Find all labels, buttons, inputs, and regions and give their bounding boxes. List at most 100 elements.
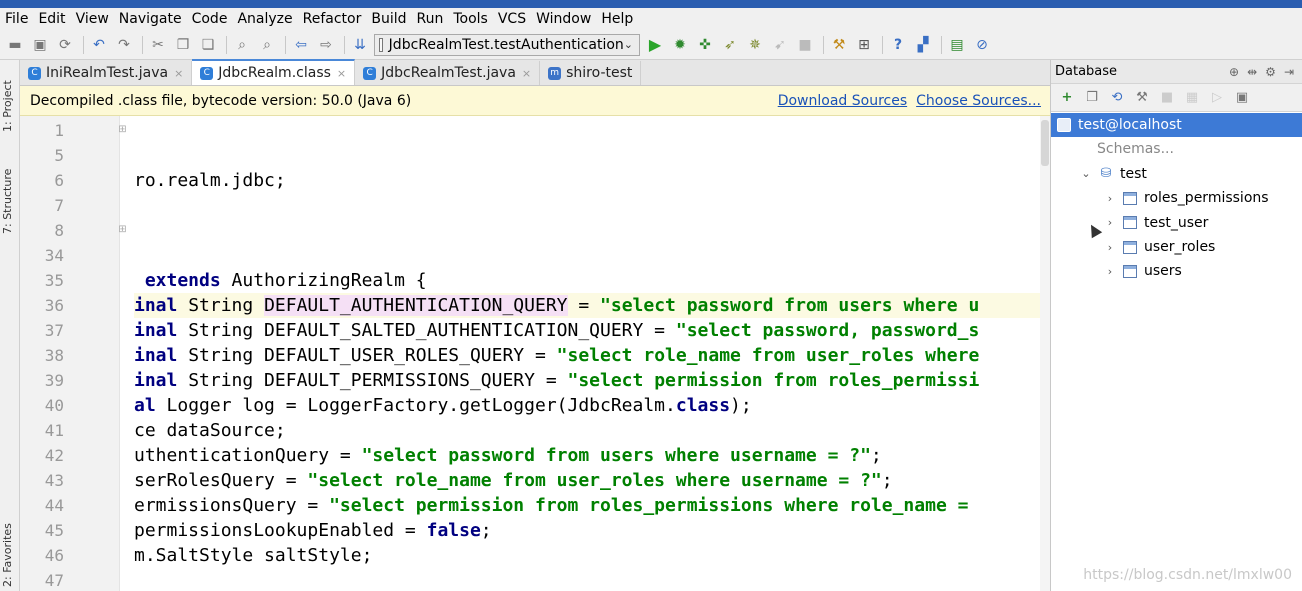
- tree-node-table[interactable]: › roles_permissions: [1051, 186, 1302, 210]
- fold-icon[interactable]: ⊞: [117, 225, 128, 236]
- menu-view[interactable]: View: [71, 8, 114, 30]
- chevron-down-icon[interactable]: ⌄: [1079, 167, 1093, 180]
- build-icon[interactable]: ⇊: [349, 34, 371, 56]
- menu-help[interactable]: Help: [596, 8, 638, 30]
- menu-navigate[interactable]: Navigate: [114, 8, 187, 30]
- copy-icon[interactable]: ❐: [1082, 88, 1102, 108]
- open-icon[interactable]: ▬: [4, 34, 26, 56]
- hide-icon[interactable]: ⇥: [1284, 65, 1294, 79]
- add-icon[interactable]: +: [1057, 88, 1077, 108]
- chevron-right-icon[interactable]: ›: [1103, 241, 1117, 254]
- editor-tab[interactable]: C JdbcRealm.class ×: [192, 59, 356, 85]
- menu-edit[interactable]: Edit: [33, 8, 70, 30]
- code-line[interactable]: 41 ce dataSource;: [45, 418, 1050, 443]
- forward-icon[interactable]: ⇨: [315, 34, 337, 56]
- project-structure-icon[interactable]: ⚒: [828, 34, 850, 56]
- editor-tab[interactable]: C IniRealmTest.java ×: [20, 61, 193, 85]
- code-area[interactable]: 1 ⊞ 5 6 ro.realm.jdbc; 7 8 ⊞ 34 35 extends Author…: [45, 116, 1050, 591]
- menu-vcs[interactable]: VCS: [493, 8, 531, 30]
- attach-icon[interactable]: ✵: [744, 34, 766, 56]
- redo-icon[interactable]: ↷: [113, 34, 135, 56]
- console-icon[interactable]: ▷: [1207, 88, 1227, 108]
- vcs-icon[interactable]: ▞: [912, 34, 934, 56]
- download-sources-link[interactable]: Download Sources: [778, 93, 907, 109]
- coverage-icon[interactable]: ✜: [694, 34, 716, 56]
- pause-icon[interactable]: ■: [794, 34, 816, 56]
- code-line[interactable]: 45 permissionsLookupEnabled = false;: [45, 518, 1050, 543]
- close-icon[interactable]: ×: [174, 67, 183, 80]
- cut-icon[interactable]: ✂: [147, 34, 169, 56]
- code-line[interactable]: 44 ermissionsQuery = "select permission f…: [45, 493, 1050, 518]
- code-line[interactable]: 38 inal String DEFAULT_USER_ROLES_QUERY =…: [45, 343, 1050, 368]
- chevron-right-icon[interactable]: ›: [1103, 265, 1117, 278]
- fold-icon[interactable]: ⊞: [117, 125, 128, 136]
- split-icon[interactable]: ⇹: [1247, 65, 1257, 79]
- menu-analyze[interactable]: Analyze: [232, 8, 297, 30]
- menu-tools[interactable]: Tools: [448, 8, 493, 30]
- code-line[interactable]: 1 ⊞: [54, 118, 1050, 143]
- code-line[interactable]: 47: [45, 568, 1050, 591]
- save-icon[interactable]: ▣: [29, 34, 51, 56]
- editor-tab[interactable]: m shiro-test: [540, 61, 642, 85]
- tree-node-table[interactable]: › user_roles: [1051, 235, 1302, 259]
- code-line[interactable]: 34: [45, 243, 1050, 268]
- code-line[interactable]: 40 al Logger log = LoggerFactory.getLogge…: [45, 393, 1050, 418]
- debug-icon[interactable]: ✹: [669, 34, 691, 56]
- code-line[interactable]: 6 ro.realm.jdbc;: [54, 168, 1050, 193]
- profile-icon[interactable]: ➶: [719, 34, 741, 56]
- back-icon[interactable]: ⇦: [290, 34, 312, 56]
- code-line[interactable]: 5: [54, 143, 1050, 168]
- help-icon[interactable]: ?: [887, 34, 909, 56]
- refresh-icon[interactable]: ⟲: [1107, 88, 1127, 108]
- code-line[interactable]: 8 ⊞: [54, 218, 1050, 243]
- no-icon[interactable]: ⊘: [971, 34, 993, 56]
- database-icon[interactable]: ▤: [946, 34, 968, 56]
- editor-scrollbar[interactable]: [1040, 116, 1050, 591]
- sdk-icon[interactable]: ⊞: [853, 34, 875, 56]
- menu-build[interactable]: Build: [366, 8, 411, 30]
- code-line[interactable]: 46 m.SaltStyle saltStyle;: [45, 543, 1050, 568]
- undo-icon[interactable]: ↶: [88, 34, 110, 56]
- stop-icon[interactable]: ➹: [769, 34, 791, 56]
- tree-node-datasource[interactable]: test@localhost: [1051, 113, 1302, 137]
- paste-icon[interactable]: ❏: [197, 34, 219, 56]
- menu-refactor[interactable]: Refactor: [298, 8, 367, 30]
- code-line[interactable]: 42 uthenticationQuery = "select password …: [45, 443, 1050, 468]
- sync-icon[interactable]: ⟳: [54, 34, 76, 56]
- run-configuration-select[interactable]: JdbcRealmTest.testAuthentication ⌄: [374, 33, 640, 56]
- code-line[interactable]: 35 extends AuthorizingRealm {: [45, 268, 1050, 293]
- favorites-tool-tab[interactable]: 2: Favorites: [1, 522, 19, 588]
- menu-run[interactable]: Run: [412, 8, 449, 30]
- wrench-icon[interactable]: ⚒: [1132, 88, 1152, 108]
- code-line[interactable]: 36 inal String DEFAULT_AUTHENTICATION_QUE…: [45, 293, 1050, 318]
- code-line[interactable]: 37 inal String DEFAULT_SALTED_AUTHENTICAT…: [45, 318, 1050, 343]
- copy-icon[interactable]: ❐: [172, 34, 194, 56]
- editor-tab[interactable]: C JdbcRealmTest.java ×: [355, 61, 541, 85]
- close-icon[interactable]: ×: [522, 67, 531, 80]
- project-tool-tab[interactable]: 1: Project: [1, 66, 19, 146]
- table-editor-icon[interactable]: ▦: [1182, 88, 1202, 108]
- tree-node-hint[interactable]: Schemas...: [1051, 137, 1302, 161]
- close-icon[interactable]: ×: [337, 67, 346, 80]
- choose-sources-link[interactable]: Choose Sources...: [916, 93, 1041, 109]
- menu-code[interactable]: Code: [187, 8, 233, 30]
- gear-icon[interactable]: ⚙: [1265, 65, 1276, 79]
- editor-scrollbar-thumb[interactable]: [1041, 120, 1049, 166]
- replace-icon[interactable]: ⌕: [256, 34, 278, 56]
- filter-icon[interactable]: ▣: [1232, 88, 1252, 108]
- globe-icon[interactable]: ⊕: [1229, 65, 1239, 79]
- code-line[interactable]: 43 serRolesQuery = "select role_name from…: [45, 468, 1050, 493]
- menu-window[interactable]: Window: [531, 8, 596, 30]
- find-icon[interactable]: ⌕: [231, 34, 253, 56]
- tree-node-schema[interactable]: ⌄ ⛁ test: [1051, 162, 1302, 186]
- stop-icon[interactable]: ■: [1157, 88, 1177, 108]
- code-line[interactable]: 7: [54, 193, 1050, 218]
- chevron-right-icon[interactable]: ›: [1103, 216, 1117, 229]
- structure-tool-tab[interactable]: 7: Structure: [1, 156, 19, 246]
- menu-file[interactable]: File: [0, 8, 33, 30]
- chevron-right-icon[interactable]: ›: [1103, 192, 1117, 205]
- run-icon[interactable]: ▶: [644, 34, 666, 56]
- code-line[interactable]: 39 inal String DEFAULT_PERMISSIONS_QUERY …: [45, 368, 1050, 393]
- tree-node-table[interactable]: › users: [1051, 259, 1302, 283]
- code-editor[interactable]: 1 ⊞ 5 6 ro.realm.jdbc; 7 8 ⊞ 34 35 extends Author…: [20, 116, 1050, 591]
